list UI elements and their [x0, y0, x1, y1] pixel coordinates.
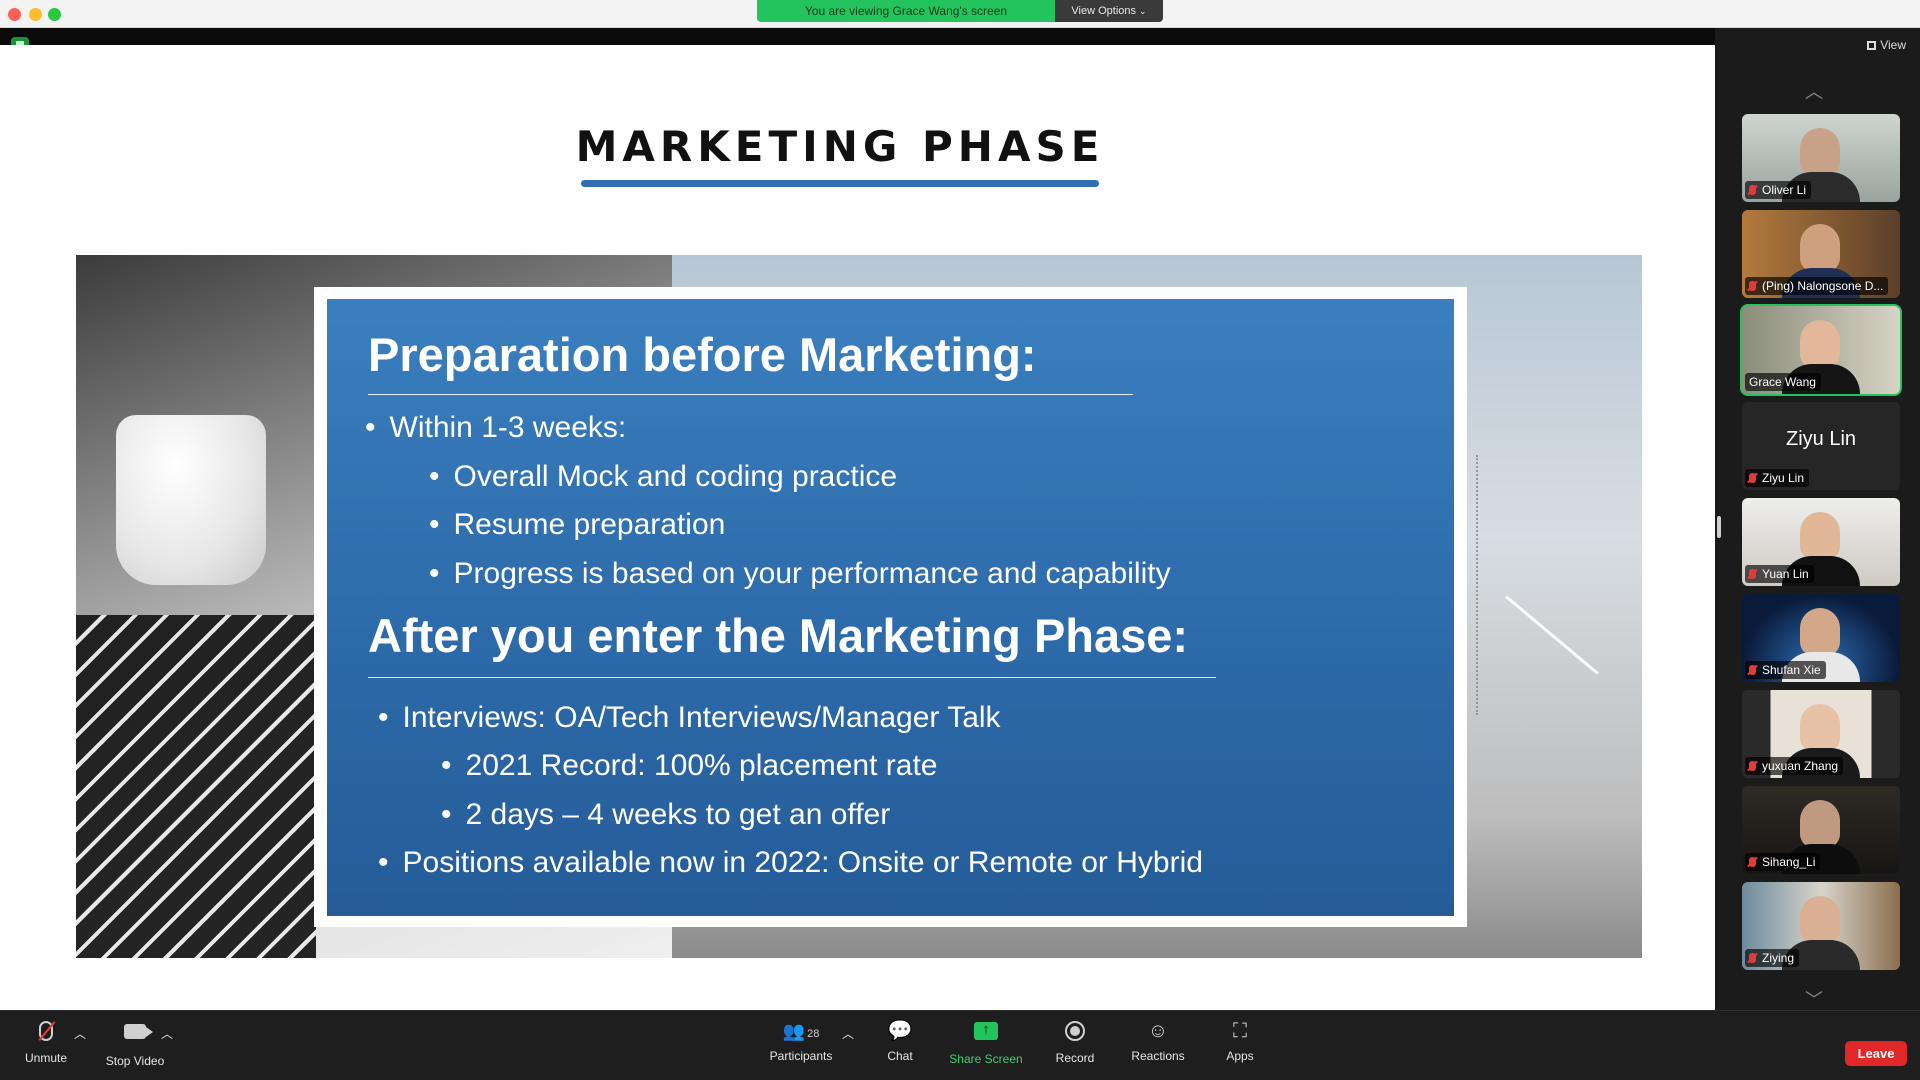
view-options-button[interactable]: View Options ⌄ — [1055, 0, 1163, 22]
panel-resize-handle[interactable] — [1717, 516, 1721, 538]
bullet-item: • Positions available now in 2022: Onsite… — [378, 846, 1203, 879]
stop-video-label: Stop Video — [105, 1054, 165, 1068]
record-button[interactable]: Record — [1050, 1019, 1100, 1065]
muted-mic-icon — [1749, 857, 1756, 867]
viewing-screen-banner: You are viewing Grace Wang's screen — [757, 0, 1055, 22]
share-screen-icon — [974, 1018, 998, 1042]
participant-face — [1800, 512, 1840, 560]
participant-name: Oliver Li — [1745, 181, 1812, 199]
bullet-item: • Within 1-3 weeks: — [365, 411, 627, 444]
reactions-label: Reactions — [1131, 1049, 1185, 1063]
heading-rule — [368, 394, 1133, 395]
record-label: Record — [1055, 1051, 1095, 1065]
muted-mic-icon — [1749, 665, 1756, 675]
chat-label: Chat — [887, 1049, 913, 1063]
participant-face — [1800, 704, 1840, 752]
muted-mic-icon — [1749, 281, 1756, 291]
bullet-subitem: • Overall Mock and coding practice — [429, 460, 898, 493]
camera-icon — [124, 1024, 153, 1039]
muted-mic-icon — [39, 1021, 53, 1041]
participant-name: Yuan Lin — [1745, 565, 1814, 583]
participants-gallery: View ︿ Oliver Li (Ping) Nalongsone D... … — [1715, 28, 1920, 1010]
heading-rule — [368, 677, 1216, 678]
unmute-button[interactable]: Unmute — [22, 1019, 70, 1065]
participant-name: Shufan Xie — [1745, 661, 1826, 679]
share-screen-button[interactable]: Share Screen — [946, 1018, 1026, 1066]
title-underline — [581, 180, 1099, 187]
bullet-subitem: • Progress is based on your performance a… — [429, 557, 1171, 590]
participant-face — [1800, 224, 1840, 272]
participant-tile[interactable]: Ziyu Lin Ziyu Lin — [1742, 402, 1900, 490]
keyboard-image — [76, 615, 316, 958]
muted-mic-icon — [1749, 953, 1756, 963]
grid-icon — [1867, 41, 1877, 50]
participant-name: Sihang_Li — [1745, 853, 1821, 871]
participant-face — [1800, 608, 1840, 656]
meeting-toolbar: Unmute ︿ Stop Video ︿ 👥 28 Participants ︿… — [0, 1010, 1920, 1080]
participant-tile[interactable]: (Ping) Nalongsone D... — [1742, 210, 1900, 298]
audio-options-chevron-icon[interactable]: ︿ — [74, 1025, 86, 1042]
participant-tile[interactable]: Oliver Li — [1742, 114, 1900, 202]
muted-mic-icon — [1749, 185, 1756, 195]
share-top-strip — [0, 28, 1715, 45]
shared-screen: MARKETING PHASE Preparation before Marke… — [0, 45, 1715, 1010]
participant-face — [1800, 800, 1840, 848]
zoom-window-button[interactable] — [48, 8, 61, 21]
muted-mic-icon — [1749, 473, 1756, 483]
apps-label: Apps — [1226, 1049, 1254, 1063]
sketch-doodles — [1476, 455, 1626, 715]
participant-name: Grace Wang — [1745, 373, 1821, 391]
close-window-button[interactable] — [8, 8, 21, 21]
view-options-label: View Options — [1071, 5, 1137, 17]
minimize-window-button[interactable] — [29, 8, 42, 21]
slide-title: MARKETING PHASE — [575, 122, 1105, 171]
record-icon — [1065, 1021, 1085, 1041]
smiley-plus-icon: ☺ — [1147, 1020, 1169, 1042]
participants-count: 28 — [807, 1028, 820, 1040]
participant-tile[interactable]: Yuan Lin — [1742, 498, 1900, 586]
video-options-chevron-icon[interactable]: ︿ — [161, 1025, 173, 1042]
unmute-label: Unmute — [24, 1051, 68, 1065]
participant-tile[interactable]: Ziying — [1742, 882, 1900, 970]
leave-button[interactable]: Leave — [1845, 1041, 1907, 1066]
heading-preparation: Preparation before Marketing: — [368, 328, 1037, 381]
participant-tile[interactable]: yuxuan Zhang — [1742, 690, 1900, 778]
participant-name: Ziying — [1745, 949, 1800, 967]
bullet-subitem: • 2 days – 4 weeks to get an offer — [441, 798, 891, 831]
chevron-down-icon: ⌄ — [1139, 6, 1147, 16]
participant-name: (Ping) Nalongsone D... — [1745, 277, 1889, 295]
participant-tile-active-speaker[interactable]: Grace Wang — [1740, 304, 1902, 396]
people-icon: 👥 — [782, 1021, 806, 1041]
view-button[interactable]: View — [1867, 38, 1906, 52]
muted-mic-icon — [1749, 569, 1756, 579]
participant-face — [1800, 896, 1840, 944]
apps-button[interactable]: ⛶ Apps — [1220, 1019, 1260, 1063]
share-screen-label: Share Screen — [949, 1052, 1023, 1066]
scroll-up-icon[interactable]: ︿ — [1805, 78, 1823, 104]
bullet-subitem: • 2021 Record: 100% placement rate — [441, 749, 938, 782]
participants-button[interactable]: 👥 28 Participants — [762, 1019, 840, 1063]
participants-label: Participants — [769, 1049, 833, 1063]
participants-options-chevron-icon[interactable]: ︿ — [842, 1025, 854, 1042]
stop-video-button[interactable]: Stop Video — [100, 1019, 170, 1068]
mug-image — [116, 415, 266, 585]
scroll-down-icon[interactable]: ﹀ — [1805, 986, 1823, 1012]
participant-display-name: Ziyu Lin — [1785, 428, 1857, 450]
reactions-button[interactable]: ☺ Reactions — [1126, 1019, 1190, 1063]
window-titlebar: You are viewing Grace Wang's screen View… — [0, 0, 1920, 28]
participant-name: yuxuan Zhang — [1745, 757, 1844, 775]
participant-tile[interactable]: Sihang_Li — [1742, 786, 1900, 874]
muted-mic-icon — [1749, 761, 1756, 771]
chat-button[interactable]: 💬 Chat — [880, 1019, 920, 1063]
bullet-item: • Interviews: OA/Tech Interviews/Manager … — [378, 701, 1001, 734]
participant-face — [1800, 320, 1840, 368]
content-box: Preparation before Marketing: • Within 1-… — [327, 299, 1454, 916]
participant-tile[interactable]: Shufan Xie — [1742, 594, 1900, 682]
apps-grid-icon: ⛶ — [1233, 1020, 1247, 1042]
bullet-subitem: • Resume preparation — [429, 508, 726, 541]
participant-face — [1800, 128, 1840, 176]
heading-after-marketing: After you enter the Marketing Phase: — [368, 609, 1189, 662]
chat-bubble-icon: 💬 — [887, 1020, 913, 1042]
participant-name: Ziyu Lin — [1745, 469, 1810, 487]
